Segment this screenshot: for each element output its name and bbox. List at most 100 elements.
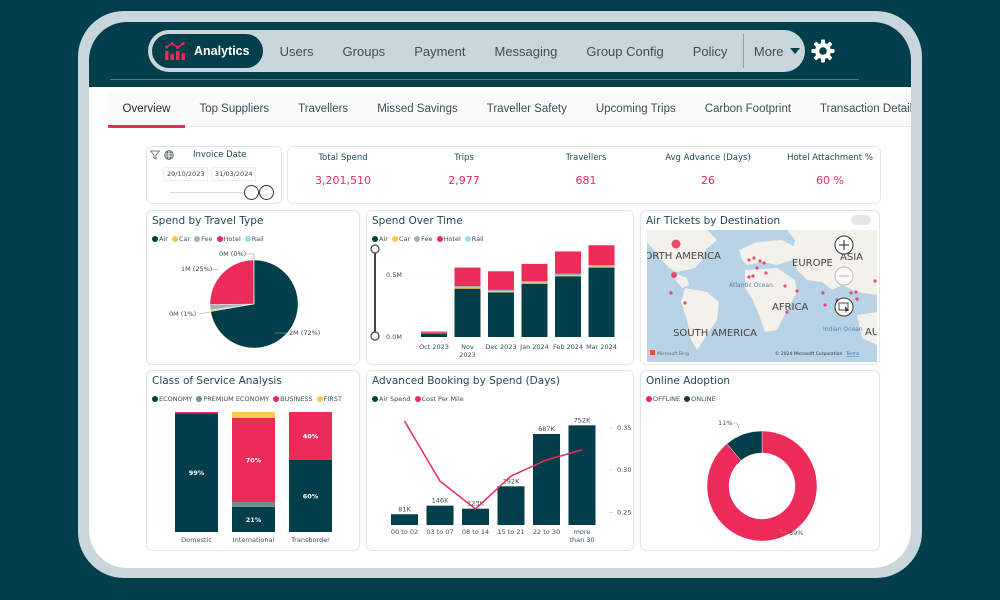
nav-pill: Analytics Users Groups Payment Messaging…	[148, 30, 805, 72]
map-marker[interactable]	[683, 301, 687, 305]
nav-item-payment[interactable]: Payment	[400, 44, 480, 59]
map-marker[interactable]	[795, 289, 799, 293]
x-tick-label: 15 to 21	[497, 528, 524, 536]
report-tabs: Overview Top Suppliers Travellers Missed…	[108, 91, 911, 128]
x-tick-label: 03 to 07	[426, 528, 453, 536]
slider-handle-start[interactable]	[244, 185, 259, 200]
start-date-input[interactable]: 29/10/2023	[163, 167, 209, 181]
map-marker[interactable]	[671, 272, 677, 278]
bar-segment	[521, 263, 548, 282]
bar	[426, 505, 454, 525]
map-label: Atlantic Ocean	[729, 282, 773, 289]
gear-icon[interactable]	[811, 39, 835, 63]
nav-item-analytics[interactable]: Analytics	[152, 34, 263, 68]
tab-carbon-footprint[interactable]: Carbon Footprint	[690, 91, 805, 127]
map-terms-link[interactable]: Terms	[845, 351, 860, 357]
card-title: Class of Service Analysis	[152, 375, 282, 387]
y-tick-label: 0.5M	[386, 271, 402, 279]
spend-over-time-card: Spend Over Time Air Car Fee Hotel Rail 0.0M 0…	[366, 210, 634, 365]
zoom-out-button[interactable]	[834, 266, 854, 286]
percent-bar-chart: 99% Domestic 21% 70% International 60% 40% Tran…	[175, 412, 332, 544]
x-tick-label: Transborder	[290, 536, 330, 544]
map-marker[interactable]	[758, 259, 762, 263]
map-label: AFRICA	[772, 302, 808, 313]
range-slider-handle-bottom	[370, 331, 380, 341]
map-marker[interactable]	[823, 303, 827, 307]
map-marker[interactable]	[747, 258, 751, 262]
map-label: EUROPE	[792, 258, 833, 269]
x-tick-label: Mar 2024	[586, 343, 617, 351]
kpi-value-travellers: 681	[575, 174, 597, 187]
top-navigation-bar: Analytics Users Groups Payment Messaging…	[89, 22, 911, 87]
map-marker[interactable]	[752, 256, 756, 260]
bar-segment	[488, 291, 514, 293]
filter-label: Invoice Date	[193, 150, 247, 160]
select-area-button[interactable]	[834, 297, 854, 317]
x-tick-label: Jan 2024	[519, 343, 549, 351]
tab-missed-savings[interactable]: Missed Savings	[363, 91, 473, 127]
tab-travellers[interactable]: Travellers	[284, 91, 363, 127]
bar-segment	[454, 288, 481, 337]
map-marker[interactable]	[764, 271, 768, 275]
end-date-input[interactable]: 31/03/2024	[211, 167, 257, 181]
data-label: 0M (1%)	[169, 310, 196, 318]
map-marker[interactable]	[751, 274, 755, 278]
map-label: AU	[865, 327, 877, 338]
map-marker[interactable]	[855, 297, 859, 301]
tab-overview[interactable]: Overview	[108, 91, 185, 128]
map-marker[interactable]	[669, 291, 673, 295]
tab-top-suppliers[interactable]: Top Suppliers	[185, 91, 284, 127]
kpi-value-trips: 2,977	[448, 174, 480, 187]
nav-item-groups[interactable]: Groups	[328, 44, 400, 59]
map-marker[interactable]	[873, 279, 877, 283]
filter-icon[interactable]	[150, 150, 160, 160]
kpi-value-hotel-attachment: 60 %	[816, 174, 844, 187]
kpi-value-total-spend: 3,201,510	[315, 174, 371, 187]
map-marker[interactable]	[783, 284, 787, 288]
kpi-label-trips: Trips	[454, 153, 474, 163]
class-of-service-card: Class of Service Analysis ECONOMY PREMIUM…	[146, 370, 360, 551]
map-marker[interactable]	[762, 261, 766, 265]
map-marker[interactable]	[785, 310, 789, 314]
map-toggle[interactable]	[851, 215, 871, 225]
x-tick-label: than 30	[569, 536, 594, 544]
map-provider: Microsoft Bing	[657, 351, 689, 357]
map-marker[interactable]	[849, 291, 853, 295]
tab-upcoming-trips[interactable]: Upcoming Trips	[581, 91, 690, 127]
bar	[462, 508, 489, 525]
slider-handle-end[interactable]	[259, 185, 274, 200]
map-marker[interactable]	[671, 239, 681, 249]
nav-item-users[interactable]: Users	[263, 44, 328, 59]
globe-icon[interactable]	[164, 150, 174, 160]
y2-tick-label: 0.30	[617, 466, 631, 474]
map-marker[interactable]	[821, 291, 825, 295]
data-label: 70%	[246, 457, 262, 465]
data-label: 146K	[432, 497, 449, 505]
bar	[497, 486, 525, 525]
bar-segment	[232, 412, 275, 418]
air-tickets-map-card: Air Tickets by Destination NORTH AMERICA…	[640, 210, 880, 365]
invoice-date-filter: Invoice Date 29/10/2023 31/03/2024	[146, 146, 282, 204]
map-marker[interactable]	[747, 275, 751, 279]
donut-chart: 89% 11%	[706, 419, 818, 542]
more-menu-button[interactable]: More	[744, 44, 800, 59]
nav-item-messaging[interactable]: Messaging	[480, 44, 572, 59]
leader-line	[211, 268, 220, 271]
map-marker[interactable]	[854, 290, 858, 294]
tab-traveller-safety[interactable]: Traveller Safety	[472, 91, 581, 127]
map-view[interactable]: NORTH AMERICA EUROPE ASIA AFRICA SOUTH A…	[647, 230, 877, 362]
kpi-value-avg-advance: 26	[701, 174, 715, 187]
leader-line	[245, 253, 255, 260]
nav-item-group-config[interactable]: Group Config	[572, 44, 678, 59]
tab-transaction-detail[interactable]: Transaction Detail	[806, 91, 911, 127]
map-marker[interactable]	[755, 266, 759, 270]
data-label: 99%	[189, 469, 205, 477]
kpi-label-hotel-attachment: Hotel Attachment %	[787, 153, 873, 163]
bar-segment	[555, 273, 581, 275]
advanced-booking-card: Advanced Booking by Spend (Days) Air Spe…	[366, 370, 634, 551]
zoom-in-button[interactable]	[834, 235, 854, 255]
map-label: SOUTH AMERICA	[673, 328, 757, 339]
x-tick-label: Domestic	[181, 536, 212, 544]
nav-item-policy[interactable]: Policy	[678, 44, 742, 59]
card-title: Air Tickets by Destination	[646, 215, 781, 227]
